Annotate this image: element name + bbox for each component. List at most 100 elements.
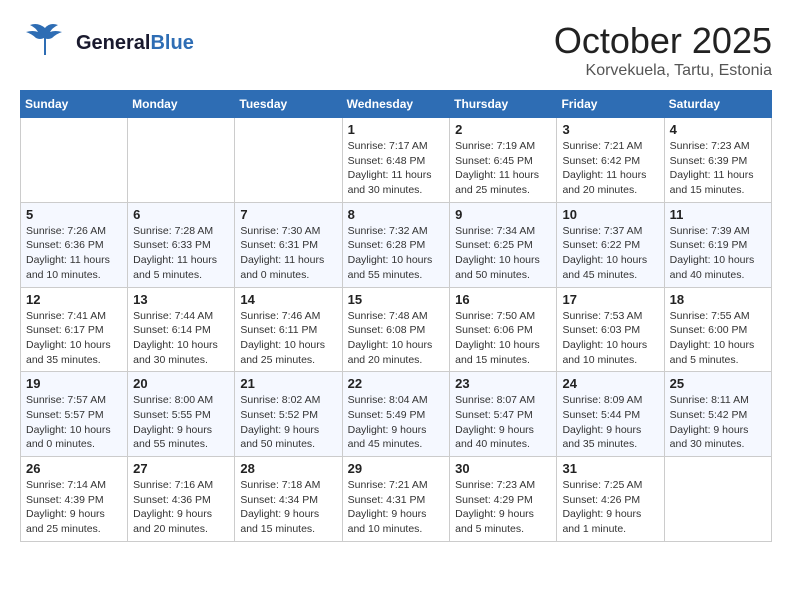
calendar-cell: 20 Sunrise: 8:00 AM Sunset: 5:55 PM Dayli… (128, 372, 235, 457)
calendar-cell (664, 457, 771, 542)
calendar-cell: 5Sunrise: 7:26 AM Sunset: 6:36 PM Daylig… (21, 202, 128, 287)
day-number: 5 (26, 207, 122, 222)
day-number: 4 (670, 122, 766, 137)
day-info: Sunrise: 7:16 AM Sunset: 4:36 PM Dayligh… (133, 478, 229, 537)
day-number: 24 (562, 376, 658, 391)
day-info: Sunrise: 8:02 AM Sunset: 5:52 PM Dayligh… (240, 393, 336, 452)
calendar-cell: 28Sunrise: 7:18 AM Sunset: 4:34 PM Dayli… (235, 457, 342, 542)
day-info: Sunrise: 7:50 AM Sunset: 6:06 PM Dayligh… (455, 309, 551, 368)
day-info: Sunrise: 7:14 AM Sunset: 4:39 PM Dayligh… (26, 478, 122, 537)
location: Korvekuela, Tartu, Estonia (554, 62, 772, 80)
weekday-header: Sunday (21, 91, 128, 118)
day-number: 6 (133, 207, 229, 222)
day-info: Sunrise: 7:25 AM Sunset: 4:26 PM Dayligh… (562, 478, 658, 537)
calendar-cell: 13 Sunrise: 7:44 AM Sunset: 6:14 PM Dayli… (128, 287, 235, 372)
day-number: 23 (455, 376, 551, 391)
day-number: 27 (133, 461, 229, 476)
day-info: Sunrise: 7:37 AM Sunset: 6:22 PM Dayligh… (562, 224, 658, 283)
day-number: 17 (562, 292, 658, 307)
day-number: 3 (562, 122, 658, 137)
day-number: 7 (240, 207, 336, 222)
day-info: Sunrise: 7:32 AM Sunset: 6:28 PM Dayligh… (348, 224, 445, 283)
logo-general: General (76, 32, 150, 54)
day-info: Sunrise: 7:17 AM Sunset: 6:48 PM Dayligh… (348, 139, 445, 198)
day-info: Sunrise: 7:19 AM Sunset: 6:45 PM Dayligh… (455, 139, 551, 198)
day-info: Sunrise: 8:00 AM Sunset: 5:55 PM Dayligh… (133, 393, 229, 452)
day-number: 25 (670, 376, 766, 391)
calendar-cell: 15 Sunrise: 7:48 AM Sunset: 6:08 PM Dayli… (342, 287, 450, 372)
day-number: 19 (26, 376, 122, 391)
day-number: 28 (240, 461, 336, 476)
calendar-cell: 6 Sunrise: 7:28 AM Sunset: 6:33 PM Daylig… (128, 202, 235, 287)
day-number: 2 (455, 122, 551, 137)
calendar-cell: 17 Sunrise: 7:53 AM Sunset: 6:03 PM Dayli… (557, 287, 664, 372)
day-number: 14 (240, 292, 336, 307)
calendar-cell: 11 Sunrise: 7:39 AM Sunset: 6:19 PM Dayli… (664, 202, 771, 287)
calendar-cell: 30Sunrise: 7:23 AM Sunset: 4:29 PM Dayli… (450, 457, 557, 542)
calendar: SundayMondayTuesdayWednesdayThursdayFrid… (20, 90, 772, 542)
day-number: 16 (455, 292, 551, 307)
calendar-cell: 25 Sunrise: 8:11 AM Sunset: 5:42 PM Dayli… (664, 372, 771, 457)
title-block: October 2025 Korvekuela, Tartu, Estonia (554, 20, 772, 80)
calendar-cell: 27 Sunrise: 7:16 AM Sunset: 4:36 PM Dayli… (128, 457, 235, 542)
day-info: Sunrise: 7:48 AM Sunset: 6:08 PM Dayligh… (348, 309, 445, 368)
day-info: Sunrise: 7:21 AM Sunset: 6:42 PM Dayligh… (562, 139, 658, 198)
calendar-cell: 16 Sunrise: 7:50 AM Sunset: 6:06 PM Dayli… (450, 287, 557, 372)
day-info: Sunrise: 8:07 AM Sunset: 5:47 PM Dayligh… (455, 393, 551, 452)
day-number: 18 (670, 292, 766, 307)
day-number: 11 (670, 207, 766, 222)
day-info: Sunrise: 8:09 AM Sunset: 5:44 PM Dayligh… (562, 393, 658, 452)
weekday-header: Monday (128, 91, 235, 118)
weekday-header: Wednesday (342, 91, 450, 118)
day-info: Sunrise: 7:46 AM Sunset: 6:11 PM Dayligh… (240, 309, 336, 368)
day-number: 29 (348, 461, 445, 476)
calendar-cell: 24 Sunrise: 8:09 AM Sunset: 5:44 PM Dayli… (557, 372, 664, 457)
calendar-cell: 31Sunrise: 7:25 AM Sunset: 4:26 PM Dayli… (557, 457, 664, 542)
day-info: Sunrise: 7:39 AM Sunset: 6:19 PM Dayligh… (670, 224, 766, 283)
day-info: Sunrise: 7:44 AM Sunset: 6:14 PM Dayligh… (133, 309, 229, 368)
day-number: 10 (562, 207, 658, 222)
day-info: Sunrise: 7:34 AM Sunset: 6:25 PM Dayligh… (455, 224, 551, 283)
weekday-header: Friday (557, 91, 664, 118)
calendar-cell: 1 Sunrise: 7:17 AM Sunset: 6:48 PM Daylig… (342, 118, 450, 203)
calendar-cell (21, 118, 128, 203)
day-info: Sunrise: 7:23 AM Sunset: 6:39 PM Dayligh… (670, 139, 766, 198)
calendar-cell: 14 Sunrise: 7:46 AM Sunset: 6:11 PM Dayli… (235, 287, 342, 372)
calendar-cell: 7 Sunrise: 7:30 AM Sunset: 6:31 PM Daylig… (235, 202, 342, 287)
day-number: 13 (133, 292, 229, 307)
day-info: Sunrise: 7:55 AM Sunset: 6:00 PM Dayligh… (670, 309, 766, 368)
calendar-cell: 8 Sunrise: 7:32 AM Sunset: 6:28 PM Daylig… (342, 202, 450, 287)
logo-blue: Blue (150, 32, 193, 54)
calendar-cell: 3 Sunrise: 7:21 AM Sunset: 6:42 PM Daylig… (557, 118, 664, 203)
weekday-header: Tuesday (235, 91, 342, 118)
day-number: 20 (133, 376, 229, 391)
calendar-cell: 23 Sunrise: 8:07 AM Sunset: 5:47 PM Dayli… (450, 372, 557, 457)
day-number: 26 (26, 461, 122, 476)
weekday-header: Thursday (450, 91, 557, 118)
page-header: GeneralBlue October 2025 Korvekuela, Tar… (20, 20, 772, 80)
day-number: 12 (26, 292, 122, 307)
calendar-cell: 10 Sunrise: 7:37 AM Sunset: 6:22 PM Dayli… (557, 202, 664, 287)
logo-text-block: GeneralBlue (76, 32, 194, 54)
calendar-cell: 2 Sunrise: 7:19 AM Sunset: 6:45 PM Daylig… (450, 118, 557, 203)
month-title: October 2025 (554, 20, 772, 62)
day-info: Sunrise: 7:53 AM Sunset: 6:03 PM Dayligh… (562, 309, 658, 368)
day-number: 21 (240, 376, 336, 391)
calendar-cell (128, 118, 235, 203)
calendar-cell: 18 Sunrise: 7:55 AM Sunset: 6:00 PM Dayli… (664, 287, 771, 372)
day-number: 1 (348, 122, 445, 137)
day-number: 22 (348, 376, 445, 391)
calendar-cell: 22 Sunrise: 8:04 AM Sunset: 5:49 PM Dayli… (342, 372, 450, 457)
logo-icon (20, 20, 70, 65)
day-info: Sunrise: 8:04 AM Sunset: 5:49 PM Dayligh… (348, 393, 445, 452)
day-number: 15 (348, 292, 445, 307)
day-info: Sunrise: 7:23 AM Sunset: 4:29 PM Dayligh… (455, 478, 551, 537)
day-info: Sunrise: 8:11 AM Sunset: 5:42 PM Dayligh… (670, 393, 766, 452)
calendar-cell: 21 Sunrise: 8:02 AM Sunset: 5:52 PM Dayli… (235, 372, 342, 457)
day-info: Sunrise: 7:41 AM Sunset: 6:17 PM Dayligh… (26, 309, 122, 368)
day-info: Sunrise: 7:30 AM Sunset: 6:31 PM Dayligh… (240, 224, 336, 283)
day-info: Sunrise: 7:21 AM Sunset: 4:31 PM Dayligh… (348, 478, 445, 537)
day-info: Sunrise: 7:28 AM Sunset: 6:33 PM Dayligh… (133, 224, 229, 283)
calendar-cell: 29 Sunrise: 7:21 AM Sunset: 4:31 PM Dayli… (342, 457, 450, 542)
day-number: 8 (348, 207, 445, 222)
